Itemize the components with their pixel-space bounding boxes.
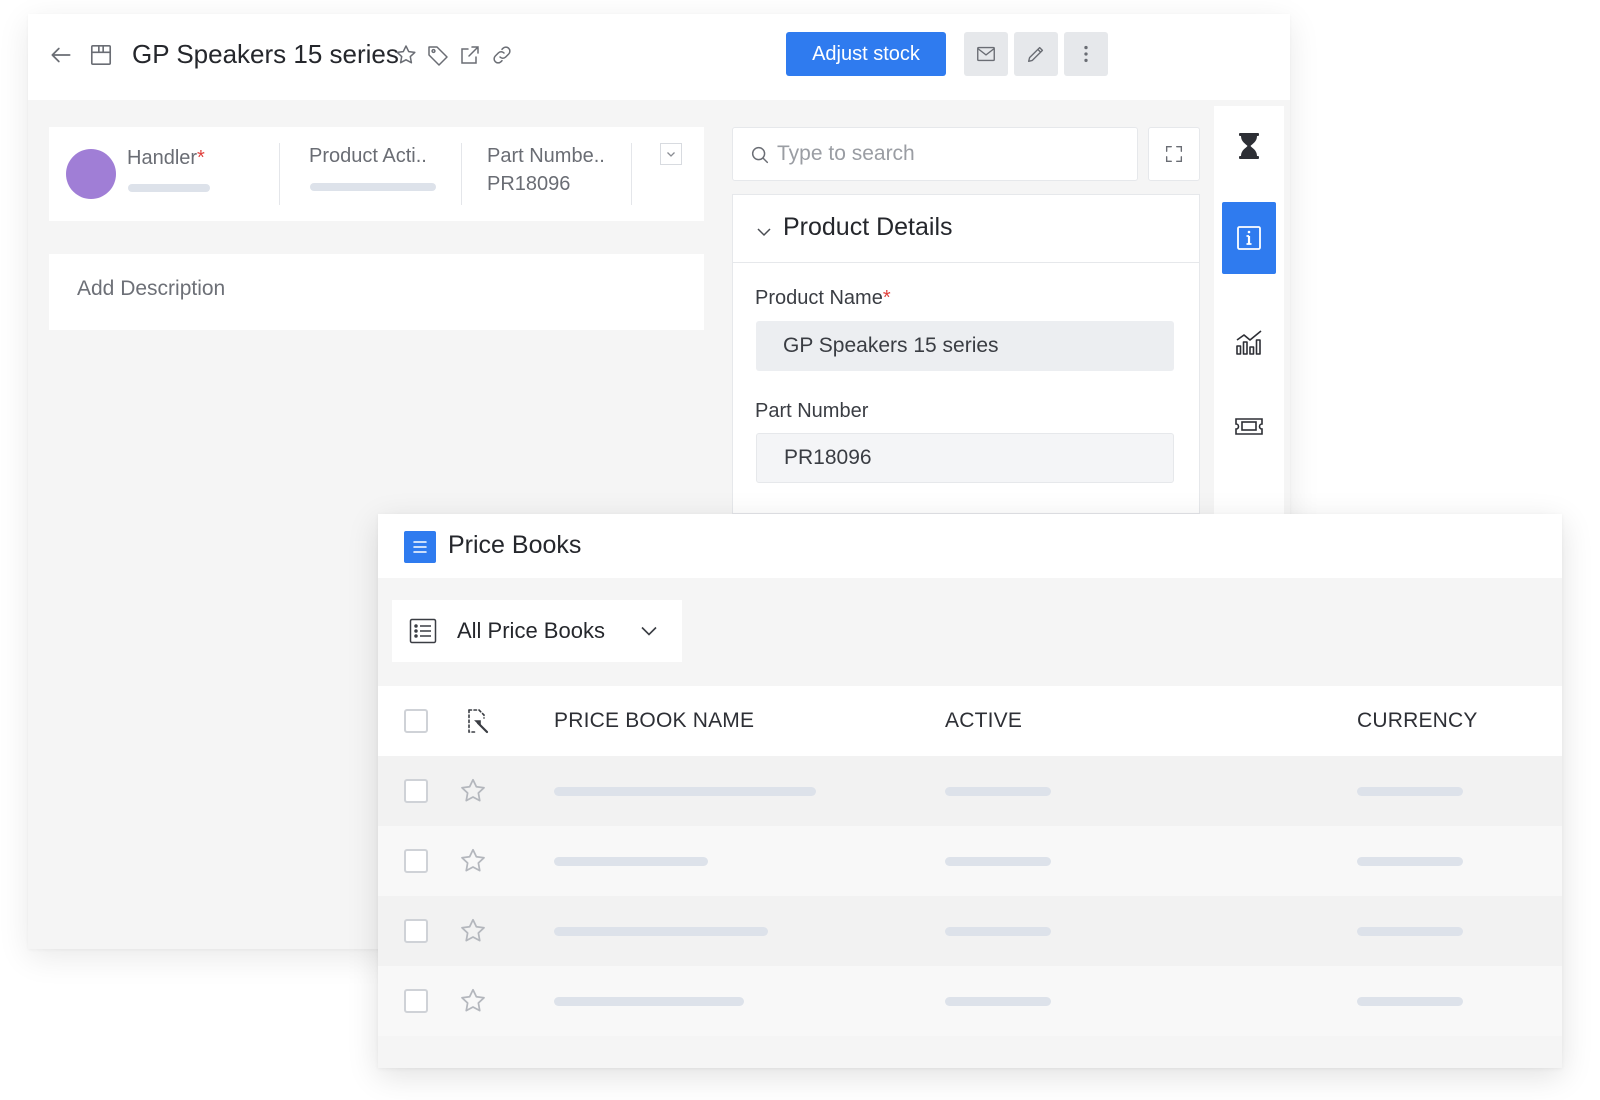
divider [631, 143, 632, 205]
star-icon[interactable] [458, 986, 488, 1016]
row-checkbox[interactable] [404, 989, 428, 1013]
product-name-field[interactable]: GP Speakers 15 series [756, 321, 1174, 371]
vertical-dots-icon [1084, 45, 1088, 63]
table-row[interactable] [378, 826, 1562, 896]
table-header-row: PRICE BOOK NAME ACTIVE CURRENCY [378, 686, 1562, 756]
search-box [732, 127, 1138, 181]
table-row[interactable] [378, 896, 1562, 966]
ticket-icon [1235, 418, 1263, 435]
cell-placeholder [554, 857, 708, 866]
table-row[interactable] [378, 756, 1562, 826]
select-all-checkbox[interactable] [404, 709, 428, 733]
info-icon [1237, 226, 1261, 250]
search-icon [751, 146, 769, 164]
part-number-value: PR18096 [487, 173, 571, 195]
right-rail [1214, 106, 1284, 526]
external-link-icon[interactable] [458, 42, 482, 68]
cell-placeholder [945, 787, 1051, 796]
row-checkbox[interactable] [404, 919, 428, 943]
product-box-icon [88, 42, 114, 68]
back-arrow-icon[interactable] [48, 42, 74, 68]
price-books-icon [404, 531, 436, 563]
price-books-view-select[interactable]: All Price Books [392, 600, 682, 662]
star-icon[interactable] [458, 846, 488, 876]
table-row[interactable] [378, 966, 1562, 1036]
divider [461, 143, 462, 205]
row-checkbox[interactable] [404, 779, 428, 803]
column-header-currency[interactable]: CURRENCY [1357, 709, 1478, 733]
record-header: GP Speakers 15 series Adjust stock [28, 14, 1290, 100]
cell-placeholder [945, 997, 1051, 1006]
cell-placeholder [1357, 927, 1463, 936]
page-title: GP Speakers 15 series [132, 39, 399, 69]
product-name-label: Product Name* [755, 287, 891, 310]
part-number-field-label: Part Number [755, 400, 869, 422]
rail-tickets[interactable] [1222, 390, 1276, 462]
chevron-down-icon [641, 626, 657, 636]
cell-placeholder [1357, 857, 1463, 866]
rail-info[interactable] [1222, 202, 1276, 274]
column-header-active[interactable]: ACTIVE [945, 709, 1022, 733]
cell-placeholder [1357, 997, 1463, 1006]
email-button[interactable] [964, 32, 1008, 76]
description-box[interactable]: Add Description [49, 254, 704, 330]
rail-analytics[interactable] [1222, 306, 1276, 378]
cell-placeholder [554, 787, 816, 796]
star-icon[interactable] [458, 776, 488, 806]
expand-summary-button[interactable] [660, 143, 682, 165]
adjust-stock-button[interactable]: Adjust stock [786, 32, 946, 76]
rail-history[interactable] [1222, 110, 1276, 182]
description-placeholder: Add Description [77, 277, 226, 300]
edit-button[interactable] [1014, 32, 1058, 76]
required-mark: * [882, 287, 891, 309]
cell-placeholder [554, 927, 768, 936]
pencil-icon [1027, 46, 1044, 63]
hourglass-icon [1239, 133, 1259, 159]
more-options-button[interactable] [1064, 32, 1108, 76]
product-details-section: Product Details Product Name* GP Speaker… [732, 194, 1200, 514]
handler-label: Handler [127, 147, 198, 169]
column-header-price-book-name[interactable]: PRICE BOOK NAME [554, 709, 754, 733]
chevron-down-icon [757, 228, 771, 237]
summary-card: Handler* Product Acti.. Part Numbe.. PR1… [49, 127, 704, 221]
handler-value-placeholder [128, 184, 210, 192]
link-icon[interactable] [490, 42, 514, 68]
list-view-icon [409, 618, 437, 644]
price-books-table: PRICE BOOK NAME ACTIVE CURRENCY [378, 686, 1562, 1036]
star-icon[interactable] [394, 42, 418, 68]
analytics-chart-icon [1236, 330, 1262, 355]
product-details-header[interactable]: Product Details [733, 195, 1199, 263]
part-number-label[interactable]: Part Numbe.. [487, 145, 605, 168]
cell-placeholder [1357, 787, 1463, 796]
cell-placeholder [945, 927, 1051, 936]
chevron-down-icon [667, 152, 675, 157]
search-input[interactable] [777, 138, 1117, 170]
cell-placeholder [554, 997, 744, 1006]
price-books-panel: Price Books All Price Books PRICE BOOK N… [378, 514, 1562, 1068]
tag-icon[interactable] [426, 42, 450, 68]
selected-view-label: All Price Books [457, 618, 605, 643]
product-active-label[interactable]: Product Acti.. [309, 145, 427, 168]
product-name-label-text: Product Name [755, 287, 883, 309]
price-books-title: Price Books [448, 531, 582, 559]
column-settings-icon[interactable] [464, 706, 492, 736]
row-checkbox[interactable] [404, 849, 428, 873]
star-icon[interactable] [458, 916, 488, 946]
part-number-field[interactable]: PR18096 [756, 433, 1174, 483]
fullscreen-button[interactable] [1148, 127, 1200, 181]
product-active-value-placeholder [310, 183, 436, 191]
avatar[interactable] [66, 149, 116, 199]
cell-placeholder [945, 857, 1051, 866]
handler-field[interactable]: Handler* [127, 147, 205, 170]
required-mark: * [197, 147, 205, 169]
section-title: Product Details [783, 213, 953, 241]
price-books-header: Price Books [378, 514, 1562, 578]
envelope-icon [977, 46, 995, 62]
fullscreen-icon [1165, 145, 1183, 163]
divider [279, 143, 280, 205]
